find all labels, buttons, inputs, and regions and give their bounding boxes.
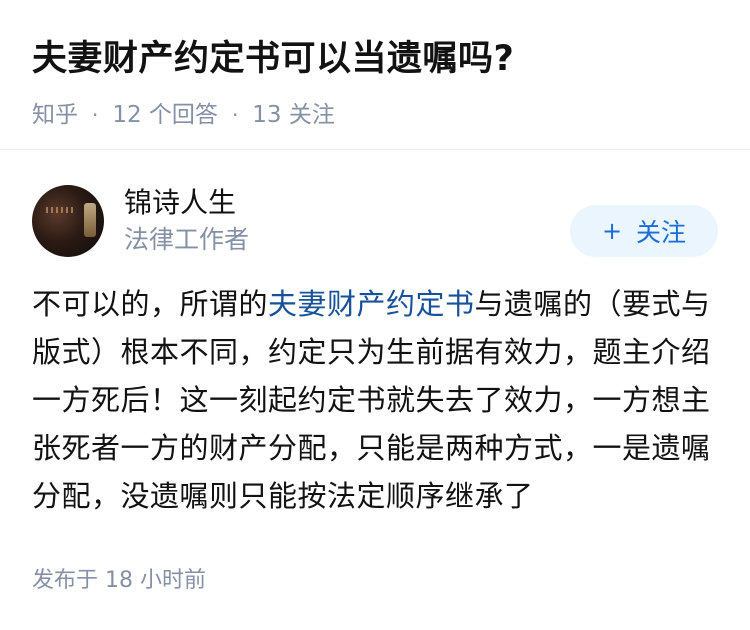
- author-name[interactable]: 锦诗人生: [124, 185, 570, 221]
- publish-time: 发布于 18 小时前: [32, 568, 206, 593]
- source-label[interactable]: 知乎: [32, 100, 78, 130]
- follow-button-label: 关注: [636, 218, 687, 247]
- follow-count[interactable]: 13 关注: [252, 100, 335, 130]
- question-title[interactable]: 夫妻财产约定书可以当遗嘱吗?: [32, 36, 718, 82]
- author-info: 锦诗人生 法律工作者: [124, 185, 570, 257]
- answer-content[interactable]: 不可以的，所谓的夫妻财产约定书与遗嘱的（要式与版式）根本不同，约定只为生前据有效…: [32, 280, 718, 520]
- avatar-detail: [84, 203, 96, 237]
- answer-link[interactable]: 夫妻财产约定书: [268, 287, 475, 321]
- avatar-detail: [46, 207, 76, 213]
- answer-count[interactable]: 12 个回答: [112, 100, 218, 130]
- text-fade: [628, 472, 718, 520]
- separator-dot: ·: [231, 103, 239, 127]
- avatar[interactable]: [32, 185, 104, 257]
- author-bio: 法律工作者: [124, 225, 250, 254]
- separator-dot: ·: [92, 103, 99, 127]
- plus-icon: +: [601, 217, 623, 245]
- follow-button[interactable]: + 关注: [570, 205, 718, 257]
- answer-text: 不可以的，所谓的: [32, 287, 269, 321]
- author-row: 锦诗人生 法律工作者 + 关注: [32, 184, 718, 258]
- answer: 锦诗人生 法律工作者 + 关注 不可以的，所谓的夫妻财产约定书与遗嘱的（要式与版…: [0, 150, 750, 520]
- zhihu-answer-card: 夫妻财产约定书可以当遗嘱吗? 知乎 · 12 个回答 · 13 关注 锦诗人生 …: [0, 0, 750, 630]
- question-meta: 知乎 · 12 个回答 · 13 关注: [32, 100, 718, 130]
- question-header: 夫妻财产约定书可以当遗嘱吗? 知乎 · 12 个回答 · 13 关注: [0, 0, 750, 150]
